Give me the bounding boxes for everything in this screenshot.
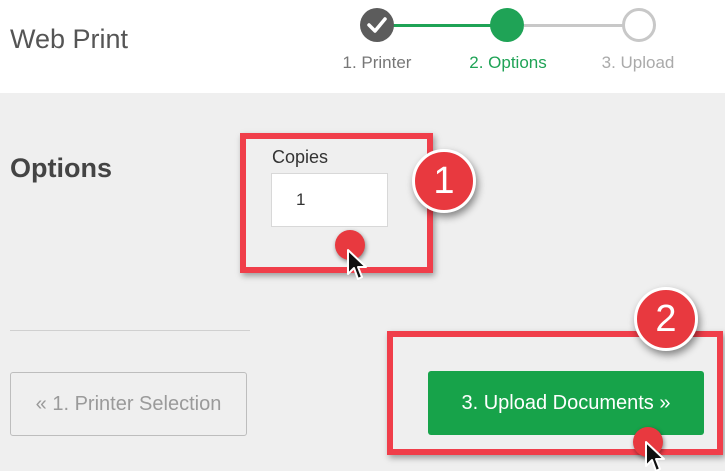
step-3-pending-icon bbox=[622, 8, 656, 42]
step-1-label: 1. Printer bbox=[342, 53, 412, 72]
header: Web Print 1. Printer 2. Options 3. Uploa… bbox=[0, 0, 725, 93]
step-badge-2: 2 bbox=[634, 287, 698, 351]
cursor-icon-2 bbox=[645, 441, 665, 471]
printer-selection-button[interactable]: « 1. Printer Selection bbox=[10, 372, 247, 436]
section-title: Options bbox=[10, 153, 112, 183]
step-connector-2 bbox=[524, 24, 624, 27]
app-title: Web Print bbox=[10, 24, 129, 54]
divider bbox=[10, 330, 250, 331]
step-2-label: 2. Options bbox=[469, 53, 547, 72]
step-badge-1: 1 bbox=[412, 149, 476, 213]
step-connector-1 bbox=[392, 24, 492, 27]
progress-stepper: 1. Printer 2. Options 3. Upload bbox=[320, 0, 720, 93]
cursor-icon bbox=[347, 249, 367, 280]
step-3-label: 3. Upload bbox=[601, 53, 675, 72]
step-1-check-icon bbox=[360, 8, 394, 42]
step-2-active-icon bbox=[490, 8, 524, 42]
